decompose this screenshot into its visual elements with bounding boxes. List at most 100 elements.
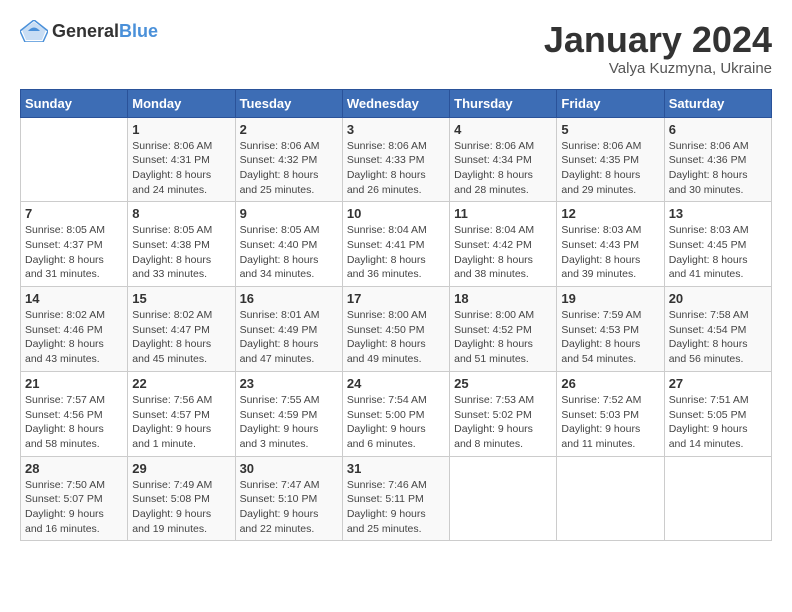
day-info: Sunrise: 7:59 AMSunset: 4:53 PMDaylight:… bbox=[561, 308, 659, 367]
day-info: Sunrise: 8:03 AMSunset: 4:45 PMDaylight:… bbox=[669, 223, 767, 282]
day-number: 30 bbox=[240, 461, 338, 476]
day-info: Sunrise: 8:03 AMSunset: 4:43 PMDaylight:… bbox=[561, 223, 659, 282]
calendar-cell bbox=[557, 456, 664, 541]
calendar-cell: 21 Sunrise: 7:57 AMSunset: 4:56 PMDayligh… bbox=[21, 371, 128, 456]
logo-icon bbox=[20, 20, 48, 42]
calendar-cell: 23 Sunrise: 7:55 AMSunset: 4:59 PMDayligh… bbox=[235, 371, 342, 456]
day-info: Sunrise: 7:49 AMSunset: 5:08 PMDaylight:… bbox=[132, 478, 230, 537]
day-number: 28 bbox=[25, 461, 123, 476]
day-number: 29 bbox=[132, 461, 230, 476]
day-info: Sunrise: 7:47 AMSunset: 5:10 PMDaylight:… bbox=[240, 478, 338, 537]
calendar-table: SundayMondayTuesdayWednesdayThursdayFrid… bbox=[20, 89, 772, 542]
day-number: 8 bbox=[132, 206, 230, 221]
day-number: 31 bbox=[347, 461, 445, 476]
calendar-cell: 7 Sunrise: 8:05 AMSunset: 4:37 PMDaylight… bbox=[21, 202, 128, 287]
calendar-cell: 29 Sunrise: 7:49 AMSunset: 5:08 PMDayligh… bbox=[128, 456, 235, 541]
day-info: Sunrise: 7:53 AMSunset: 5:02 PMDaylight:… bbox=[454, 393, 552, 452]
day-number: 10 bbox=[347, 206, 445, 221]
calendar-cell: 16Sunrise: 8:01 AMSunset: 4:49 PMDayligh… bbox=[235, 287, 342, 372]
calendar-cell: 5 Sunrise: 8:06 AMSunset: 4:35 PMDaylight… bbox=[557, 117, 664, 202]
weekday-header: Saturday bbox=[664, 89, 771, 117]
day-info: Sunrise: 8:00 AMSunset: 4:52 PMDaylight:… bbox=[454, 308, 552, 367]
day-number: 25 bbox=[454, 376, 552, 391]
calendar-cell: 22 Sunrise: 7:56 AMSunset: 4:57 PMDayligh… bbox=[128, 371, 235, 456]
day-number: 24 bbox=[347, 376, 445, 391]
weekday-header: Wednesday bbox=[342, 89, 449, 117]
day-info: Sunrise: 8:04 AMSunset: 4:41 PMDaylight:… bbox=[347, 223, 445, 282]
calendar-cell: 12Sunrise: 8:03 AMSunset: 4:43 PMDayligh… bbox=[557, 202, 664, 287]
day-number: 4 bbox=[454, 122, 552, 137]
day-info: Sunrise: 7:50 AMSunset: 5:07 PMDaylight:… bbox=[25, 478, 123, 537]
day-number: 9 bbox=[240, 206, 338, 221]
day-info: Sunrise: 8:00 AMSunset: 4:50 PMDaylight:… bbox=[347, 308, 445, 367]
calendar-cell: 4 Sunrise: 8:06 AMSunset: 4:34 PMDaylight… bbox=[450, 117, 557, 202]
day-number: 14 bbox=[25, 291, 123, 306]
weekday-header-row: SundayMondayTuesdayWednesdayThursdayFrid… bbox=[21, 89, 772, 117]
day-number: 18 bbox=[454, 291, 552, 306]
calendar-cell: 25 Sunrise: 7:53 AMSunset: 5:02 PMDayligh… bbox=[450, 371, 557, 456]
day-info: Sunrise: 8:05 AMSunset: 4:37 PMDaylight:… bbox=[25, 223, 123, 282]
calendar-cell: 1 Sunrise: 8:06 AMSunset: 4:31 PMDaylight… bbox=[128, 117, 235, 202]
calendar-cell bbox=[664, 456, 771, 541]
day-info: Sunrise: 8:06 AMSunset: 4:31 PMDaylight:… bbox=[132, 139, 230, 198]
day-info: Sunrise: 8:06 AMSunset: 4:33 PMDaylight:… bbox=[347, 139, 445, 198]
calendar-week-row: 21 Sunrise: 7:57 AMSunset: 4:56 PMDayligh… bbox=[21, 371, 772, 456]
day-number: 6 bbox=[669, 122, 767, 137]
day-number: 23 bbox=[240, 376, 338, 391]
day-info: Sunrise: 8:02 AMSunset: 4:47 PMDaylight:… bbox=[132, 308, 230, 367]
day-info: Sunrise: 7:58 AMSunset: 4:54 PMDaylight:… bbox=[669, 308, 767, 367]
calendar-cell: 13 Sunrise: 8:03 AMSunset: 4:45 PMDayligh… bbox=[664, 202, 771, 287]
day-info: Sunrise: 8:02 AMSunset: 4:46 PMDaylight:… bbox=[25, 308, 123, 367]
weekday-header: Friday bbox=[557, 89, 664, 117]
title-block: January 2024 Valya Kuzmyna, Ukraine bbox=[544, 20, 772, 77]
calendar-week-row: 14 Sunrise: 8:02 AMSunset: 4:46 PMDayligh… bbox=[21, 287, 772, 372]
logo-general-text: General bbox=[52, 21, 119, 41]
day-number: 3 bbox=[347, 122, 445, 137]
calendar-cell: 20Sunrise: 7:58 AMSunset: 4:54 PMDayligh… bbox=[664, 287, 771, 372]
day-number: 17 bbox=[347, 291, 445, 306]
day-number: 5 bbox=[561, 122, 659, 137]
day-info: Sunrise: 7:54 AMSunset: 5:00 PMDaylight:… bbox=[347, 393, 445, 452]
calendar-cell: 10 Sunrise: 8:04 AMSunset: 4:41 PMDayligh… bbox=[342, 202, 449, 287]
calendar-cell: 26Sunrise: 7:52 AMSunset: 5:03 PMDayligh… bbox=[557, 371, 664, 456]
day-info: Sunrise: 7:52 AMSunset: 5:03 PMDaylight:… bbox=[561, 393, 659, 452]
calendar-cell bbox=[21, 117, 128, 202]
day-info: Sunrise: 7:57 AMSunset: 4:56 PMDaylight:… bbox=[25, 393, 123, 452]
day-number: 27 bbox=[669, 376, 767, 391]
day-number: 7 bbox=[25, 206, 123, 221]
day-info: Sunrise: 7:46 AMSunset: 5:11 PMDaylight:… bbox=[347, 478, 445, 537]
calendar-cell: 27 Sunrise: 7:51 AMSunset: 5:05 PMDayligh… bbox=[664, 371, 771, 456]
month-title: January 2024 bbox=[544, 20, 772, 60]
weekday-header: Tuesday bbox=[235, 89, 342, 117]
day-info: Sunrise: 7:55 AMSunset: 4:59 PMDaylight:… bbox=[240, 393, 338, 452]
day-info: Sunrise: 8:05 AMSunset: 4:40 PMDaylight:… bbox=[240, 223, 338, 282]
weekday-header: Sunday bbox=[21, 89, 128, 117]
weekday-header: Monday bbox=[128, 89, 235, 117]
calendar-cell: 2Sunrise: 8:06 AMSunset: 4:32 PMDaylight… bbox=[235, 117, 342, 202]
calendar-cell: 3 Sunrise: 8:06 AMSunset: 4:33 PMDaylight… bbox=[342, 117, 449, 202]
day-info: Sunrise: 8:01 AMSunset: 4:49 PMDaylight:… bbox=[240, 308, 338, 367]
calendar-cell: 28 Sunrise: 7:50 AMSunset: 5:07 PMDayligh… bbox=[21, 456, 128, 541]
calendar-cell: 15 Sunrise: 8:02 AMSunset: 4:47 PMDayligh… bbox=[128, 287, 235, 372]
calendar-week-row: 1 Sunrise: 8:06 AMSunset: 4:31 PMDaylight… bbox=[21, 117, 772, 202]
day-info: Sunrise: 8:06 AMSunset: 4:35 PMDaylight:… bbox=[561, 139, 659, 198]
page-header: GeneralBlue January 2024 Valya Kuzmyna, … bbox=[20, 20, 772, 77]
calendar-cell: 9 Sunrise: 8:05 AMSunset: 4:40 PMDaylight… bbox=[235, 202, 342, 287]
day-info: Sunrise: 8:04 AMSunset: 4:42 PMDaylight:… bbox=[454, 223, 552, 282]
day-number: 21 bbox=[25, 376, 123, 391]
day-info: Sunrise: 7:51 AMSunset: 5:05 PMDaylight:… bbox=[669, 393, 767, 452]
calendar-cell: 18 Sunrise: 8:00 AMSunset: 4:52 PMDayligh… bbox=[450, 287, 557, 372]
day-number: 13 bbox=[669, 206, 767, 221]
calendar-cell: 31 Sunrise: 7:46 AMSunset: 5:11 PMDayligh… bbox=[342, 456, 449, 541]
calendar-cell: 8Sunrise: 8:05 AMSunset: 4:38 PMDaylight… bbox=[128, 202, 235, 287]
day-info: Sunrise: 8:06 AMSunset: 4:34 PMDaylight:… bbox=[454, 139, 552, 198]
day-number: 19 bbox=[561, 291, 659, 306]
day-info: Sunrise: 7:56 AMSunset: 4:57 PMDaylight:… bbox=[132, 393, 230, 452]
day-number: 1 bbox=[132, 122, 230, 137]
day-number: 11 bbox=[454, 206, 552, 221]
calendar-week-row: 28 Sunrise: 7:50 AMSunset: 5:07 PMDayligh… bbox=[21, 456, 772, 541]
calendar-cell bbox=[450, 456, 557, 541]
day-number: 22 bbox=[132, 376, 230, 391]
calendar-cell: 19 Sunrise: 7:59 AMSunset: 4:53 PMDayligh… bbox=[557, 287, 664, 372]
day-number: 15 bbox=[132, 291, 230, 306]
